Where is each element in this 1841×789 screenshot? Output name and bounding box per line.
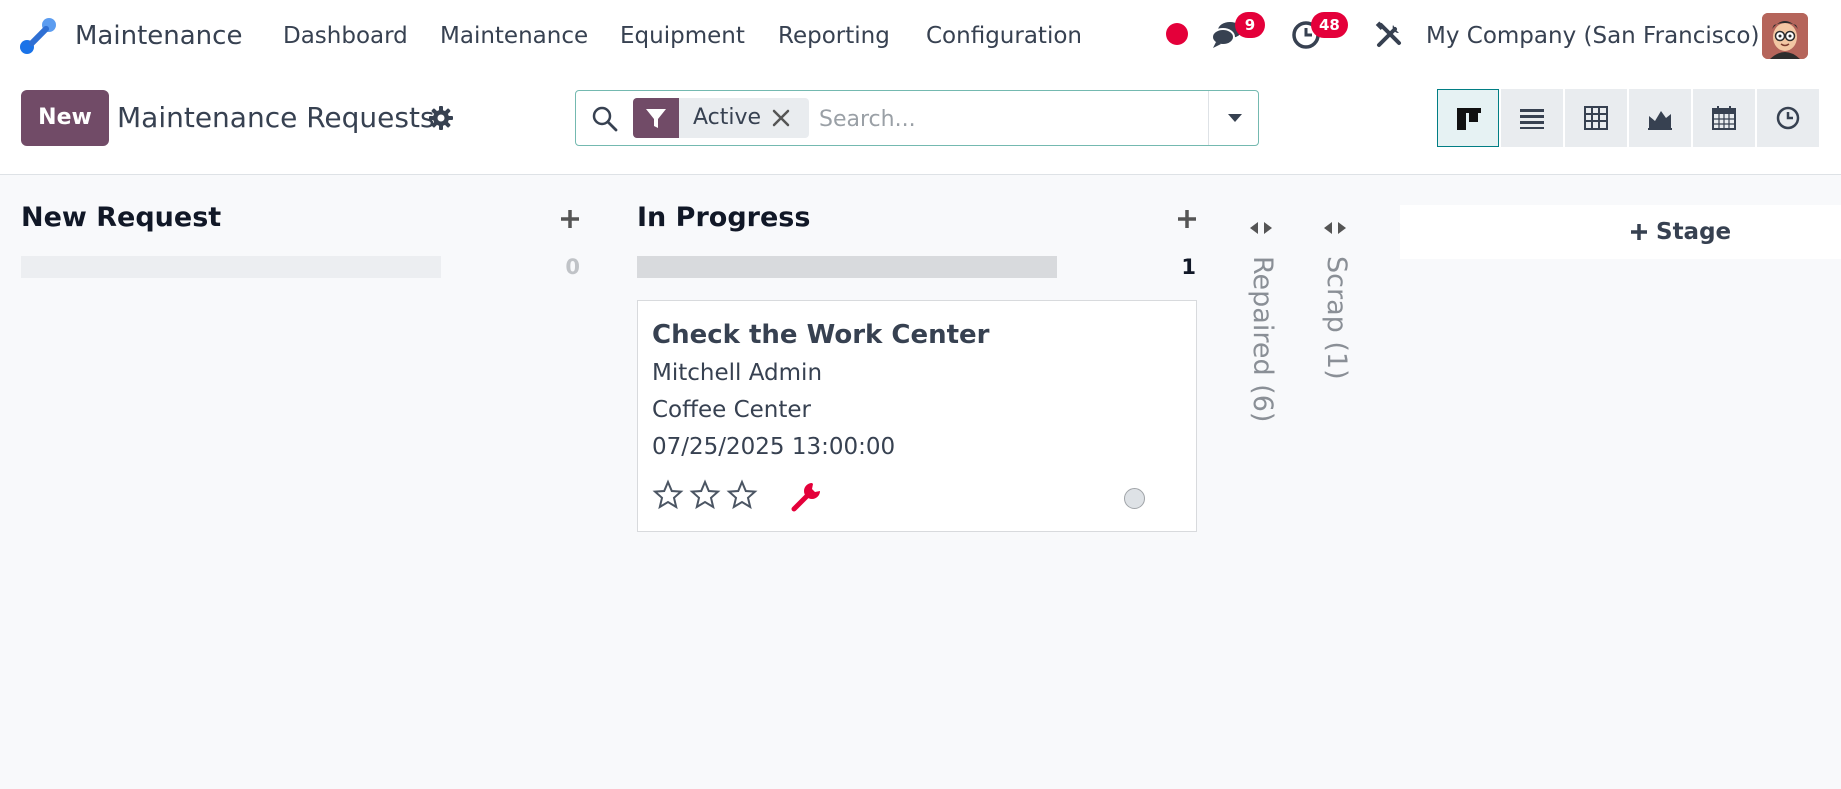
gear-icon[interactable] [428, 105, 454, 131]
view-calendar-button[interactable] [1693, 89, 1755, 147]
kanban-icon [1457, 108, 1481, 130]
filter-facet-icon [633, 98, 679, 138]
calendar-icon [1712, 106, 1736, 130]
folded-column-repaired[interactable]: Repaired (6) [1231, 218, 1291, 448]
add-stage-button[interactable]: Stage [1400, 205, 1841, 259]
menu-configuration[interactable]: Configuration [926, 20, 1082, 52]
plus-icon[interactable] [1174, 206, 1200, 232]
search-options-toggle[interactable] [1208, 91, 1259, 145]
app-name[interactable]: Maintenance [75, 18, 242, 54]
progress-bar[interactable] [637, 256, 1057, 278]
search-bar: Active [575, 90, 1259, 146]
folded-column-label: Scrap (1) [1321, 256, 1352, 380]
expand-arrows-icon [1324, 222, 1346, 234]
new-button[interactable]: New [21, 90, 109, 146]
priority-star-icon[interactable] [652, 479, 684, 511]
menu-dashboard[interactable]: Dashboard [283, 20, 408, 52]
filter-facet: Active [679, 98, 809, 138]
view-graph-button[interactable] [1629, 89, 1691, 147]
activities-badge: 48 [1311, 12, 1348, 38]
column-title: In Progress [637, 202, 811, 233]
top-navbar: Maintenance Dashboard Maintenance Equipm… [0, 0, 1841, 72]
menu-maintenance[interactable]: Maintenance [440, 20, 588, 52]
pivot-icon [1584, 106, 1608, 130]
view-kanban-button[interactable] [1437, 89, 1499, 147]
folded-column-scrap[interactable]: Scrap (1) [1305, 218, 1365, 448]
search-icon[interactable] [590, 104, 620, 134]
user-avatar[interactable] [1762, 13, 1808, 59]
view-pivot-button[interactable] [1565, 89, 1627, 147]
company-switcher[interactable]: My Company (San Francisco) [1426, 20, 1759, 52]
tools-icon[interactable] [1371, 17, 1407, 53]
user-avatar-image [1762, 13, 1808, 59]
card-title: Check the Work Center [652, 320, 990, 350]
kanban-state-indicator[interactable] [1124, 488, 1145, 509]
progress-bar[interactable] [21, 256, 441, 278]
control-panel: New Maintenance Requests Active [0, 72, 1841, 175]
plus-icon[interactable] [557, 206, 583, 232]
column-count: 1 [1181, 255, 1196, 279]
folded-column-label: Repaired (6) [1247, 256, 1278, 423]
wrench-icon [791, 483, 820, 512]
add-stage-label: Stage [1656, 219, 1732, 245]
graph-icon [1648, 111, 1672, 130]
column-count: 0 [565, 255, 580, 279]
search-input[interactable] [819, 101, 1199, 137]
maintenance-app-icon[interactable] [18, 16, 60, 56]
page-title: Maintenance Requests [117, 101, 435, 134]
status-indicator-dot[interactable] [1166, 23, 1188, 45]
priority-star-icon[interactable] [726, 479, 758, 511]
card-date: 07/25/2025 13:00:00 [652, 434, 896, 460]
messages-badge: 9 [1235, 12, 1265, 38]
priority-star-icon[interactable] [689, 479, 721, 511]
close-icon[interactable] [769, 106, 793, 130]
filter-facet-label: Active [693, 105, 762, 130]
card-technician: Mitchell Admin [652, 360, 823, 386]
column-title: New Request [21, 202, 222, 233]
list-icon [1520, 109, 1544, 129]
expand-arrows-icon [1250, 222, 1272, 234]
funnel-icon [646, 109, 666, 128]
caret-down-icon [1228, 114, 1242, 122]
menu-reporting[interactable]: Reporting [778, 20, 890, 52]
activity-clock-icon [1776, 106, 1800, 130]
view-list-button[interactable] [1501, 89, 1563, 147]
menu-equipment[interactable]: Equipment [620, 20, 745, 52]
kanban-card[interactable]: Check the Work Center Mitchell Admin Cof… [637, 300, 1197, 532]
view-activity-button[interactable] [1757, 89, 1819, 147]
card-equipment: Coffee Center [652, 397, 812, 423]
